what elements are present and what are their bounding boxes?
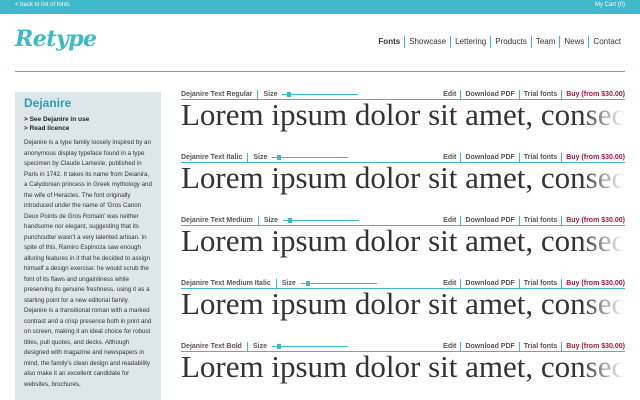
sample-text[interactable]: Lorem ipsum dolor sit amet, consectetur …	[181, 98, 625, 132]
sample-text[interactable]: Lorem ipsum dolor sit amet, consectetur …	[181, 161, 625, 195]
nav-lettering[interactable]: Lettering	[450, 36, 490, 48]
sample-text[interactable]: Lorem ipsum dolor sit amet, consectetur …	[181, 224, 625, 258]
sample-text[interactable]: Lorem ipsum dolor sit amet, consectetur …	[181, 287, 625, 321]
font-description: Dejanire is a type family loosely inspir…	[24, 139, 152, 388]
read-licence-link[interactable]: > Read licence	[24, 124, 152, 133]
size-slider-track	[282, 94, 359, 95]
font-row: Dejanire Text Medium Size Edit Download …	[181, 215, 625, 265]
size-slider-track	[282, 220, 359, 221]
size-slider-track	[300, 283, 377, 284]
header-divider	[15, 71, 625, 72]
cart-link[interactable]: My Cart (0)	[595, 2, 625, 8]
sample-text[interactable]: Lorem ipsum dolor sit amet, consectetur …	[181, 350, 625, 384]
top-bar: < back to list of fonts My Cart (0)	[0, 0, 640, 14]
nav-team[interactable]: Team	[530, 36, 560, 48]
see-in-use-link[interactable]: > See Dejanire in use	[24, 115, 152, 124]
font-family-title: Dejanire	[24, 96, 72, 110]
sample-fade	[581, 353, 625, 387]
font-row: Dejanire Text Medium Italic Size Edit Do…	[181, 278, 625, 328]
font-row: Dejanire Text Italic Size Edit Download …	[181, 152, 625, 202]
font-info-sidebar: Dejanire > See Dejanire in use > Read li…	[15, 92, 161, 400]
font-row: Dejanire Text Bold Size Edit Download PD…	[181, 341, 625, 391]
nav-products[interactable]: Products	[490, 36, 531, 48]
sample-fade	[581, 164, 625, 198]
size-slider-track	[271, 346, 348, 347]
sample-fade	[581, 227, 625, 261]
font-row: Dejanire Text Regular Size Edit Download…	[181, 89, 625, 139]
nav-fonts[interactable]: Fonts	[374, 36, 404, 48]
main-nav: Fonts Showcase Lettering Products Team N…	[374, 36, 625, 48]
sample-fade	[581, 290, 625, 324]
size-slider-track	[272, 157, 349, 158]
sample-fade	[581, 101, 625, 135]
retype-logo[interactable]: Retype	[15, 26, 97, 52]
nav-contact[interactable]: Contact	[588, 36, 625, 48]
nav-showcase[interactable]: Showcase	[404, 36, 450, 48]
back-to-fonts-link[interactable]: < back to list of fonts	[15, 2, 70, 8]
nav-news[interactable]: News	[559, 36, 588, 48]
